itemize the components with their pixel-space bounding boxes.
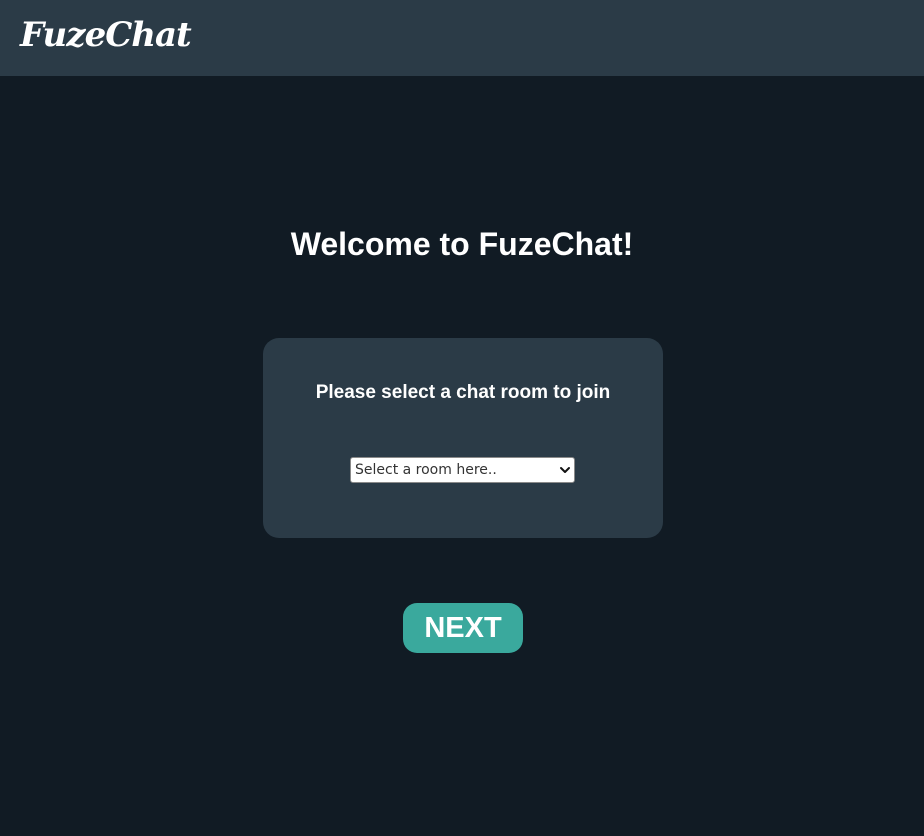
room-select-card: Please select a chat room to join Select…: [263, 338, 663, 538]
room-select-value: Select a room here..: [355, 462, 497, 478]
room-select-dropdown[interactable]: Select a room here..: [350, 457, 575, 483]
top-bar: FuzeChat: [0, 0, 924, 76]
next-button[interactable]: NEXT: [403, 603, 523, 653]
chevron-down-icon: [560, 467, 570, 473]
app-logo[interactable]: FuzeChat: [20, 12, 192, 58]
page-title: Welcome to FuzeChat!: [290, 226, 634, 262]
room-select-prompt: Please select a chat room to join: [315, 382, 611, 403]
